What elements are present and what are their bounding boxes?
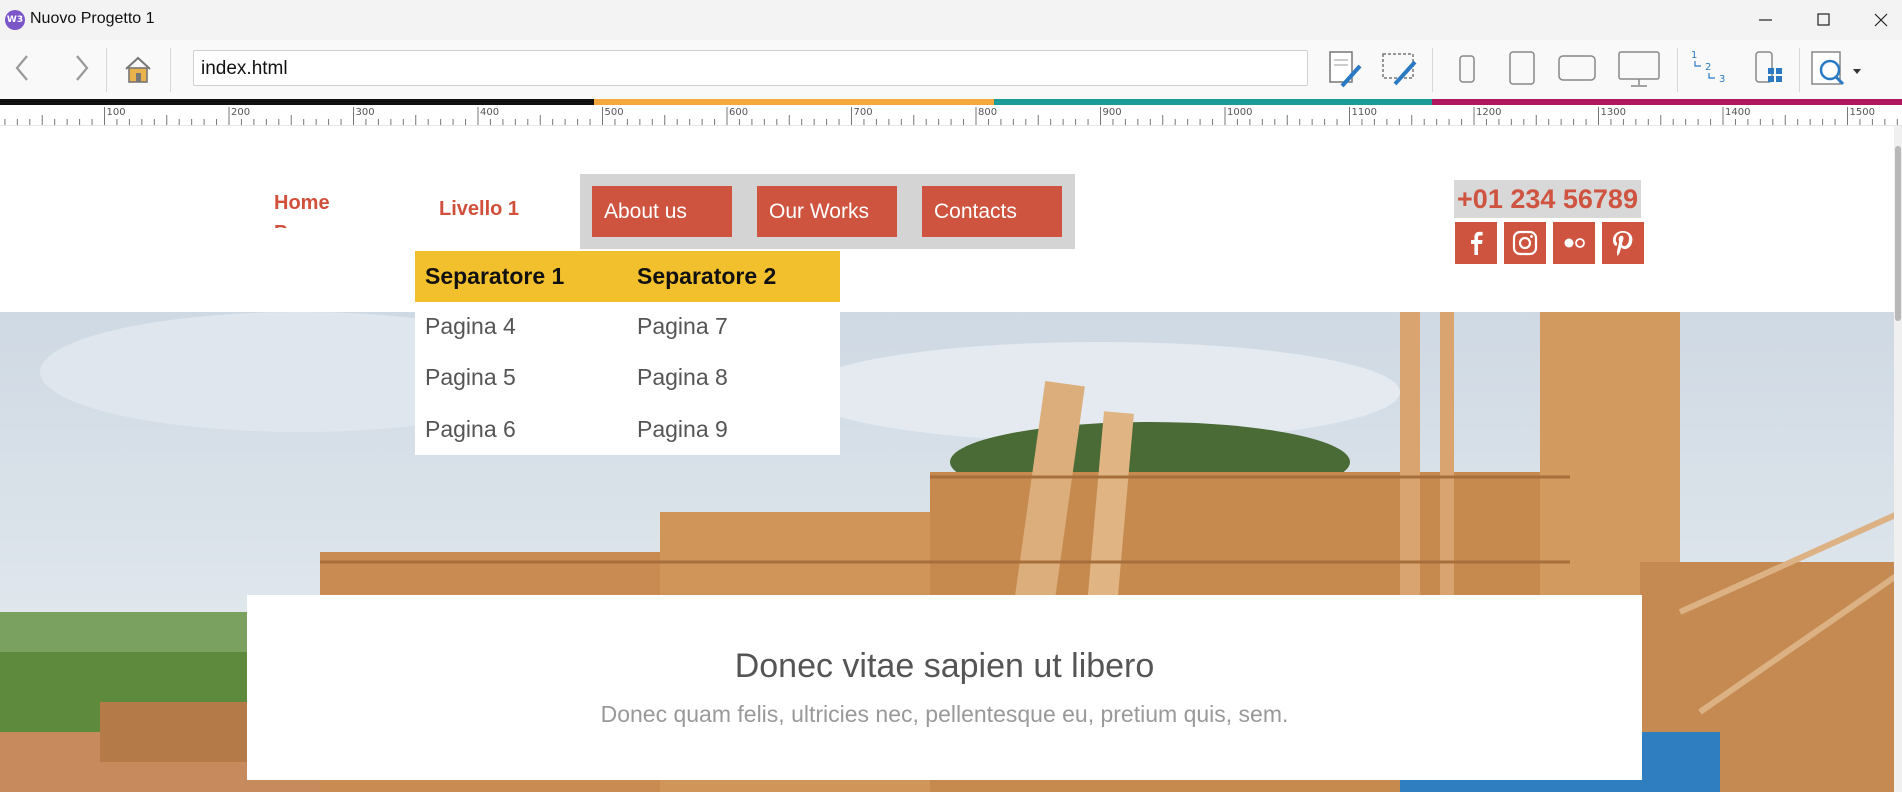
url-field[interactable] — [193, 50, 1308, 86]
edit-selection-button[interactable] — [1377, 46, 1423, 92]
dropdown-item-pagina-7[interactable]: Pagina 7 — [637, 313, 728, 340]
maximize-button[interactable] — [1801, 5, 1847, 35]
ruler-label: 1300 — [1601, 107, 1626, 118]
pinterest-icon — [1613, 231, 1633, 256]
flickr-icon — [1564, 238, 1585, 248]
phone-portrait-icon — [1459, 55, 1475, 83]
ruler-label: 100 — [107, 107, 126, 118]
home-icon — [125, 56, 151, 83]
ruler-label: 200 — [231, 107, 250, 118]
nav-our-works-button[interactable]: Our Works — [757, 186, 897, 237]
ruler-label: 300 — [356, 107, 375, 118]
ruler-label: 600 — [729, 107, 748, 118]
ruler-label: 400 — [480, 107, 499, 118]
tablet-portrait-button[interactable] — [1499, 46, 1545, 92]
dropdown-item-pagina-8[interactable]: Pagina 8 — [637, 364, 728, 391]
ruler-label: 1400 — [1725, 107, 1750, 118]
flickr-button[interactable] — [1553, 222, 1595, 264]
app-logo-icon: W3 — [5, 10, 25, 30]
svg-text:2: 2 — [1705, 62, 1711, 73]
dropdown-item-pagina-9[interactable]: Pagina 9 — [637, 416, 728, 443]
facebook-icon — [1471, 231, 1483, 255]
toolbar-divider — [1432, 48, 1433, 92]
vertical-scrollbar[interactable] — [1894, 126, 1902, 792]
nav-livello-link[interactable]: Livello 1 — [439, 198, 519, 221]
ruler-label: 900 — [1103, 107, 1122, 118]
home-button[interactable] — [115, 46, 161, 92]
svg-text:3: 3 — [1719, 74, 1725, 85]
dropdown-header-row: Separatore 1 Separatore 2 — [415, 251, 840, 302]
hero-subtitle: Donec quam felis, ultricies nec, pellent… — [600, 701, 1289, 727]
desktop-icon — [1618, 51, 1660, 87]
mobile-grid-icon — [1755, 51, 1782, 83]
ruler-label: 1000 — [1227, 107, 1252, 118]
toolbar: 1 2 3 — [0, 40, 1902, 100]
ruler-label: 1500 — [1850, 107, 1875, 118]
toolbar-divider — [106, 48, 107, 92]
toolbar-divider — [1799, 48, 1800, 92]
nav-home-link[interactable]: Home Page — [274, 188, 354, 228]
dropdown-item-pagina-4[interactable]: Pagina 4 — [425, 313, 516, 340]
desktop-button[interactable] — [1616, 46, 1662, 92]
dropdown-item-pagina-5[interactable]: Pagina 5 — [425, 364, 516, 391]
site-preview: Home Page Livello 1 About us Our Works C… — [0, 126, 1902, 792]
title-bar: W3 Nuovo Progetto 1 — [0, 0, 1902, 40]
hero-title: Donec vitae sapien ut libero — [734, 647, 1155, 685]
ruler-label: 500 — [605, 107, 624, 118]
hero-text-card: Donec vitae sapien ut libero Donec quam … — [247, 595, 1642, 780]
livello-dropdown-menu: Separatore 1 Separatore 2 Pagina 4 Pagin… — [415, 251, 840, 455]
main-nav-box: About us Our Works Contacts — [580, 174, 1075, 249]
mobile-grid-button[interactable] — [1746, 46, 1792, 92]
instagram-button[interactable] — [1504, 222, 1546, 264]
phone-portrait-button[interactable] — [1444, 46, 1490, 92]
dropdown-separator-2: Separatore 2 — [637, 263, 777, 289]
dropdown-separator-1: Separatore 1 — [425, 263, 565, 289]
toolbar-divider — [1677, 48, 1678, 92]
horizontal-ruler: 100 200 300 400 500 600 700 800 900 1000 1100 1200 1… — [0, 105, 1902, 126]
toolbar-divider — [170, 48, 171, 92]
tablet-landscape-button[interactable] — [1554, 46, 1600, 92]
ruler-label: 1100 — [1352, 107, 1377, 118]
minimize-icon — [1759, 19, 1772, 21]
edit-selection-icon — [1382, 53, 1417, 86]
url-input[interactable] — [199, 57, 1303, 81]
window-title: Nuovo Progetto 1 — [30, 10, 155, 27]
tablet-portrait-icon — [1509, 51, 1535, 85]
minimize-button[interactable] — [1743, 5, 1789, 35]
phone-number[interactable]: +01 234 56789 — [1454, 180, 1641, 218]
dropdown-arrow-icon — [1853, 69, 1861, 74]
maximize-icon — [1817, 13, 1830, 26]
ruler-label: 700 — [854, 107, 873, 118]
close-icon — [1874, 13, 1888, 27]
tablet-landscape-icon — [1558, 55, 1596, 81]
facebook-button[interactable] — [1455, 222, 1497, 264]
numbering-icon: 1 2 3 — [1691, 50, 1725, 85]
close-button[interactable] — [1858, 5, 1902, 35]
edit-page-button[interactable] — [1322, 46, 1368, 92]
ruler-ticks: 100 200 300 400 500 600 700 800 900 1000 1100 1200 1… — [4, 107, 1898, 125]
nav-contacts-button[interactable]: Contacts — [922, 186, 1062, 237]
forward-button[interactable] — [57, 46, 103, 92]
svg-text:1: 1 — [1691, 50, 1697, 61]
web-preview-dropdown[interactable] — [1848, 46, 1868, 92]
pinterest-button[interactable] — [1602, 222, 1644, 264]
dropdown-item-pagina-6[interactable]: Pagina 6 — [425, 416, 516, 443]
numbering-button[interactable]: 1 2 3 — [1687, 46, 1733, 92]
back-icon — [15, 55, 28, 81]
ruler-label: 800 — [978, 107, 997, 118]
nav-about-us-button[interactable]: About us — [592, 186, 732, 237]
scrollbar-thumb[interactable] — [1895, 146, 1901, 321]
back-button[interactable] — [0, 46, 46, 92]
forward-icon — [76, 55, 89, 81]
instagram-icon — [1512, 230, 1538, 256]
edit-page-icon — [1329, 51, 1362, 88]
ruler-label: 1200 — [1476, 107, 1501, 118]
